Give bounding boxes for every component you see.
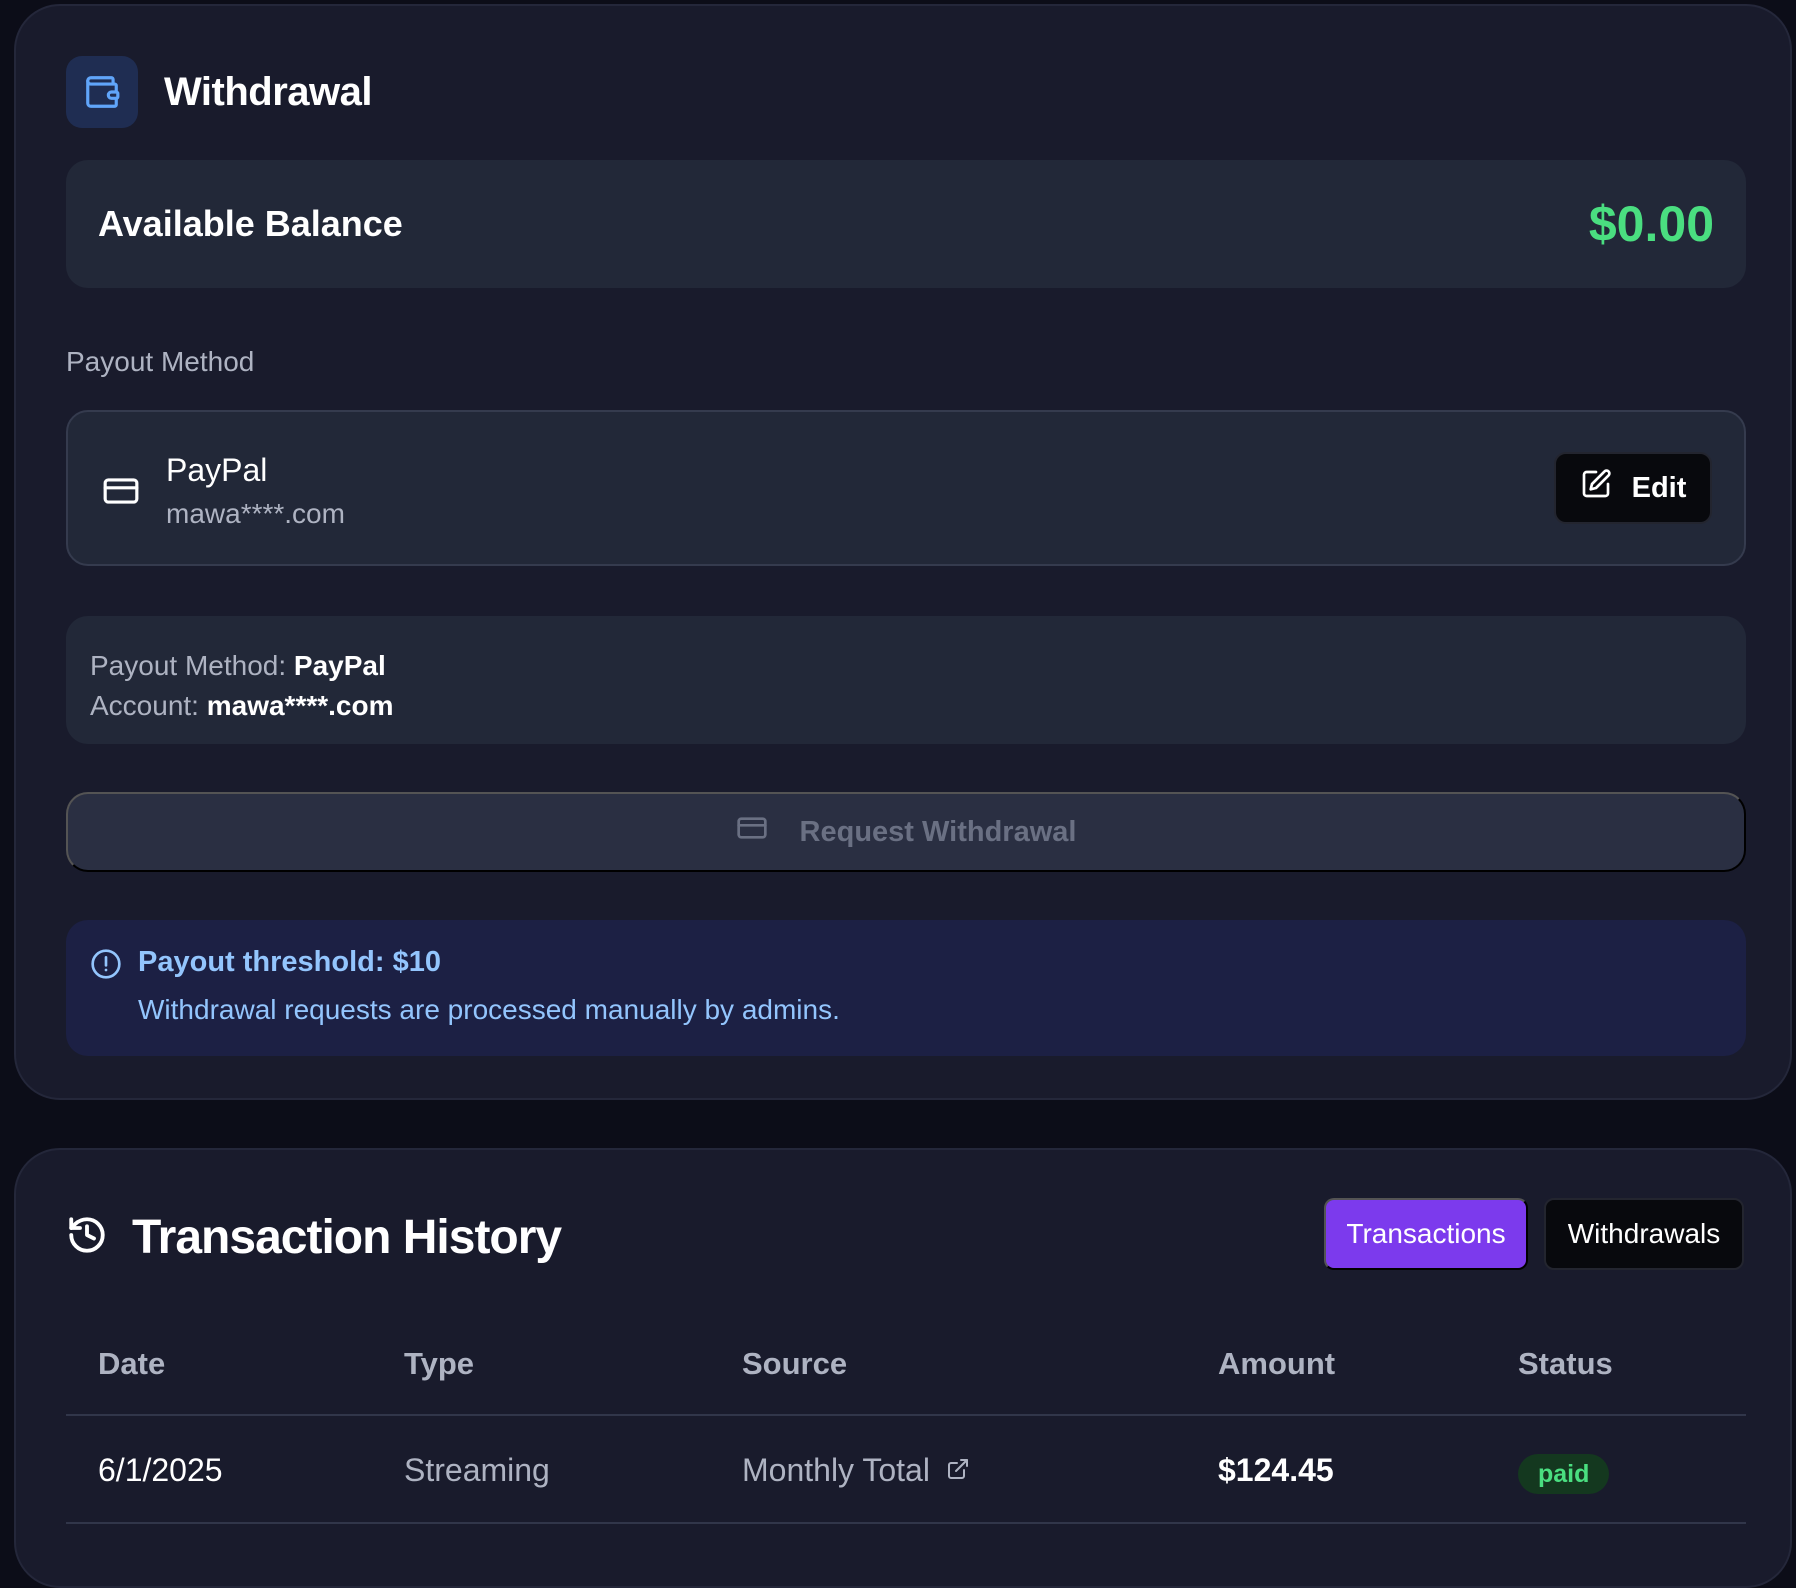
- notice-body: Withdrawal requests are processed manual…: [138, 994, 840, 1025]
- cell-date: 6/1/2025: [98, 1452, 223, 1488]
- tab-withdrawals[interactable]: Withdrawals: [1544, 1198, 1744, 1270]
- balance-value: $0.00: [1588, 196, 1714, 252]
- edit-icon: [1580, 468, 1612, 508]
- table-row-divider: [66, 1522, 1746, 1524]
- payout-method-name: PayPal: [166, 452, 268, 488]
- payout-threshold-notice: Payout threshold: $10 Withdrawal request…: [66, 920, 1746, 1056]
- payout-method-label: Payout Method: [66, 346, 255, 377]
- summary-method-value: PayPal: [293, 650, 386, 681]
- history-icon: [66, 1214, 108, 1261]
- credit-card-icon: [736, 812, 768, 852]
- request-withdrawal-button[interactable]: Request Withdrawal: [66, 792, 1746, 872]
- column-header-date: Date: [98, 1346, 166, 1381]
- cell-type: Streaming: [404, 1452, 550, 1488]
- cell-source[interactable]: Monthly Total: [742, 1452, 970, 1489]
- table-header-divider: [66, 1414, 1746, 1416]
- transaction-history-card: Transaction History Transactions Withdra…: [14, 1148, 1792, 1588]
- edit-button-label: Edit: [1631, 471, 1687, 504]
- column-header-amount: Amount: [1218, 1346, 1336, 1381]
- payout-method-box: PayPal mawa****.com Edit: [66, 410, 1746, 566]
- wallet-icon: [66, 56, 138, 128]
- withdrawal-title: Withdrawal: [164, 69, 373, 114]
- payout-summary: Payout Method: PayPal Account: mawa****.…: [66, 616, 1746, 744]
- request-withdrawal-label: Request Withdrawal: [799, 815, 1077, 848]
- withdrawal-card: Withdrawal Available Balance $0.00 Payou…: [14, 4, 1792, 1100]
- tab-transactions[interactable]: Transactions: [1324, 1198, 1528, 1270]
- edit-payout-button[interactable]: Edit: [1554, 452, 1712, 524]
- info-circle-icon: [90, 948, 122, 985]
- withdrawal-header: Withdrawal: [66, 56, 373, 128]
- summary-method-key: Payout Method:: [90, 650, 287, 681]
- balance-label: Available Balance: [98, 203, 403, 244]
- column-header-type: Type: [404, 1346, 475, 1381]
- balance-panel: Available Balance $0.00: [66, 160, 1746, 288]
- history-title: Transaction History: [132, 1211, 562, 1264]
- external-link-icon[interactable]: [946, 1452, 970, 1489]
- source-link-label: Monthly Total: [742, 1452, 930, 1488]
- column-header-source: Source: [742, 1346, 848, 1381]
- history-header: Transaction History: [66, 1210, 562, 1265]
- status-badge: paid: [1518, 1454, 1610, 1494]
- payout-method-account: mawa****.com: [166, 498, 345, 529]
- summary-account-value: mawa****.com: [206, 690, 394, 721]
- cell-amount: $124.45: [1218, 1452, 1334, 1488]
- column-header-status: Status: [1518, 1346, 1613, 1381]
- credit-card-icon: [102, 472, 140, 515]
- summary-account-key: Account:: [90, 690, 199, 721]
- notice-title: Payout threshold: $10: [138, 946, 441, 978]
